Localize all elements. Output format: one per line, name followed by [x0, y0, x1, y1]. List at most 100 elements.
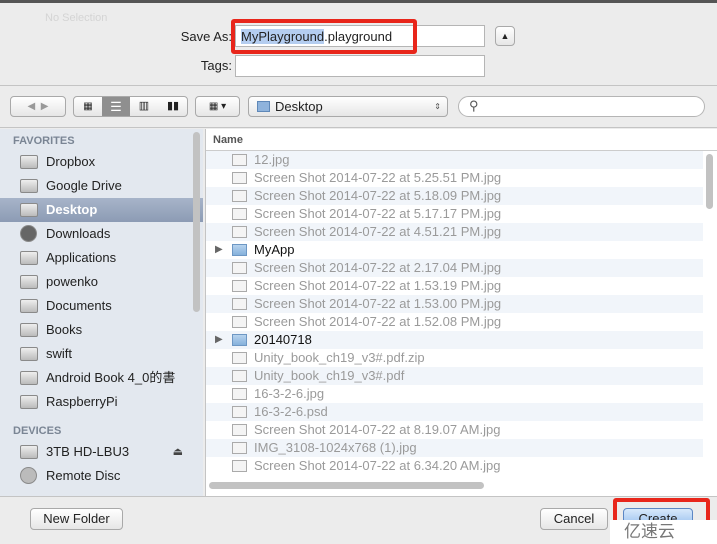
folder-icon: [20, 323, 38, 337]
folder-icon: [20, 275, 38, 289]
folder-icon: [20, 371, 38, 385]
list-horizontal-scrollbar[interactable]: [209, 482, 484, 489]
file-row[interactable]: 12.jpg: [206, 151, 703, 169]
file-icon: [232, 442, 247, 454]
tags-input[interactable]: [235, 55, 485, 77]
file-icon: [232, 262, 247, 274]
sidebar-item-label: powenko: [46, 274, 99, 289]
sidebar-item[interactable]: Dropbox: [0, 150, 203, 174]
devices-header: DEVICES: [13, 425, 62, 437]
file-row[interactable]: Screen Shot 2014-07-22 at 8.19.07 AM.jpg: [206, 421, 703, 439]
sidebar-item[interactable]: Documents: [0, 294, 203, 318]
file-icon: [232, 388, 247, 400]
collapse-button[interactable]: ▲: [495, 26, 515, 46]
status-text: No Selection: [45, 12, 108, 24]
file-name: 16-3-2-6.psd: [254, 404, 328, 419]
column-header-name[interactable]: Name: [206, 129, 717, 151]
file-row[interactable]: Screen Shot 2014-07-22 at 1.53.19 PM.jpg: [206, 277, 703, 295]
file-icon: [232, 460, 247, 472]
file-row[interactable]: IMG_3108-1024x768 (1).jpg: [206, 439, 703, 457]
favorites-header: FAVORITES: [13, 135, 75, 147]
sidebar-item-label: RaspberryPi: [46, 394, 118, 409]
list-view-icon[interactable]: ☰: [102, 97, 130, 116]
sidebar-item-label: Applications: [46, 250, 117, 265]
disclosure-triangle-icon[interactable]: ▶: [215, 331, 223, 349]
sidebar-item[interactable]: Remote Disc: [0, 464, 203, 488]
file-name: Screen Shot 2014-07-22 at 5.18.09 PM.jpg: [254, 188, 502, 203]
file-name: Unity_book_ch19_v3#.pdf.zip: [254, 350, 425, 365]
folder-row[interactable]: ▶ MyApp: [206, 241, 703, 259]
file-name: 20140718: [254, 332, 312, 347]
folder-icon: [20, 395, 38, 409]
disc-icon: [20, 467, 37, 484]
sidebar-item-label: Google Drive: [46, 178, 122, 193]
file-row[interactable]: Screen Shot 2014-07-22 at 5.18.09 PM.jpg: [206, 187, 703, 205]
coverflow-view-icon[interactable]: ▮▮: [158, 97, 187, 116]
sidebar-item-label: Desktop: [46, 202, 98, 217]
list-vertical-scrollbar[interactable]: [706, 154, 713, 209]
column-view-icon[interactable]: ▥: [130, 97, 158, 116]
file-row[interactable]: Unity_book_ch19_v3#.pdf.zip: [206, 349, 703, 367]
file-icon: [232, 208, 247, 220]
file-row[interactable]: Screen Shot 2014-07-22 at 6.34.20 AM.jpg: [206, 457, 703, 475]
sidebar-item[interactable]: Android Book 4_0的書: [0, 366, 203, 390]
watermark-logo: 亿速云: [610, 520, 717, 544]
file-row[interactable]: Screen Shot 2014-07-22 at 5.25.51 PM.jpg: [206, 169, 703, 187]
folder-icon: [20, 347, 38, 361]
sidebar-item-label: Remote Disc: [46, 468, 121, 483]
file-icon: [232, 280, 247, 292]
sidebar-scrollbar[interactable]: [193, 132, 200, 312]
file-name: Screen Shot 2014-07-22 at 5.25.51 PM.jpg: [254, 170, 502, 185]
sidebar-item[interactable]: Books: [0, 318, 203, 342]
new-folder-button[interactable]: New Folder: [30, 508, 123, 530]
sidebar-item[interactable]: powenko: [0, 270, 203, 294]
file-row[interactable]: Screen Shot 2014-07-22 at 4.51.21 PM.jpg: [206, 223, 703, 241]
file-icon: [232, 370, 247, 382]
file-list: Name 12.jpg Screen Shot 2014-07-22 at 5.2…: [205, 129, 717, 496]
back-forward-buttons[interactable]: ◀ ▶: [10, 96, 66, 117]
file-row[interactable]: Unity_book_ch19_v3#.pdf: [206, 367, 703, 385]
sidebar-item[interactable]: 3TB HD-LBU3 ⏏: [0, 440, 203, 464]
sidebar-item[interactable]: Downloads: [0, 222, 203, 246]
sidebar-item[interactable]: Google Drive: [0, 174, 203, 198]
file-row[interactable]: Screen Shot 2014-07-22 at 2.17.04 PM.jpg: [206, 259, 703, 277]
back-forward-icon: ◀ ▶: [27, 101, 49, 112]
file-row[interactable]: Screen Shot 2014-07-22 at 5.17.17 PM.jpg: [206, 205, 703, 223]
search-input[interactable]: ⚲: [458, 96, 705, 117]
file-icon: [232, 424, 247, 436]
sidebar-item[interactable]: swift: [0, 342, 203, 366]
view-switcher[interactable]: ▦ ☰ ▥ ▮▮: [73, 96, 188, 117]
cancel-button[interactable]: Cancel: [540, 508, 608, 530]
sidebar: FAVORITES Dropbox Google Drive Desktop Down…: [0, 129, 203, 496]
file-row[interactable]: 16-3-2-6.jpg: [206, 385, 703, 403]
file-name: 16-3-2-6.jpg: [254, 386, 325, 401]
file-icon: [232, 190, 247, 202]
icon-view-icon[interactable]: ▦: [74, 97, 102, 116]
folder-row[interactable]: ▶ 20140718: [206, 331, 703, 349]
eject-icon[interactable]: ⏏: [173, 440, 183, 464]
sidebar-item-label: Dropbox: [46, 154, 96, 169]
file-row[interactable]: Screen Shot 2014-07-22 at 1.53.00 PM.jpg: [206, 295, 703, 313]
sidebar-item[interactable]: Applications: [0, 246, 203, 270]
sidebar-item[interactable]: Desktop: [0, 198, 203, 222]
arrange-button[interactable]: ▦ ▾: [195, 96, 240, 117]
folder-icon: [20, 155, 38, 169]
sidebar-item-label: Downloads: [46, 226, 111, 241]
file-icon: [232, 316, 247, 328]
documents-icon: [20, 299, 38, 313]
sidebar-item[interactable]: RaspberryPi: [0, 390, 203, 414]
file-row[interactable]: Screen Shot 2014-07-22 at 1.52.08 PM.jpg: [206, 313, 703, 331]
sidebar-item-label: Android Book 4_0的書: [46, 370, 176, 385]
location-popup[interactable]: Desktop ⇕: [248, 96, 448, 117]
file-name: Screen Shot 2014-07-22 at 1.52.08 PM.jpg: [254, 314, 502, 329]
file-name: MyApp: [254, 242, 295, 257]
file-name: Unity_book_ch19_v3#.pdf: [254, 368, 405, 383]
highlight-box: [231, 19, 417, 54]
folder-icon: [232, 334, 247, 346]
disclosure-triangle-icon[interactable]: ▶: [215, 241, 223, 259]
desktop-icon: [20, 203, 38, 217]
folder-icon: [232, 244, 247, 256]
sidebar-item-label: swift: [46, 346, 72, 361]
file-row[interactable]: 16-3-2-6.psd: [206, 403, 703, 421]
file-name: IMG_3108-1024x768 (1).jpg: [254, 440, 417, 455]
